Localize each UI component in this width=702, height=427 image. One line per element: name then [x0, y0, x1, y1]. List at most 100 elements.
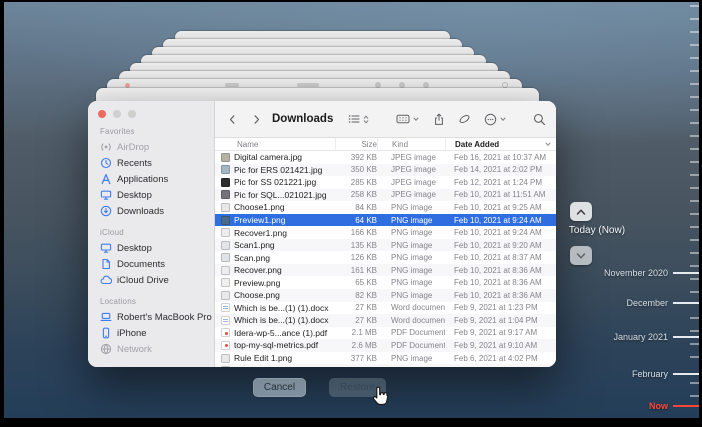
forward-icon[interactable]: [251, 113, 262, 126]
timeline-back-button[interactable]: [570, 202, 592, 221]
timeline-tick[interactable]: [690, 83, 699, 85]
column-header-size[interactable]: Size: [335, 138, 377, 150]
column-header-kind[interactable]: Kind: [377, 138, 445, 150]
timeline-tick[interactable]: [690, 161, 699, 163]
close-button[interactable]: [98, 110, 106, 118]
sidebar-item-iphone[interactable]: iPhone: [98, 325, 214, 341]
table-row[interactable]: Choose.png82 KBPNG imageFeb 10, 2021 at …: [215, 289, 556, 302]
timeline-tick[interactable]: [690, 57, 699, 59]
timeline-tick-november-2020[interactable]: [673, 272, 699, 274]
sidebar-item-downloads[interactable]: Downloads: [98, 203, 214, 219]
table-row[interactable]: Pic for SS 021221.jpg285 KBJPEG imageFeb…: [215, 176, 556, 189]
file-date-added: Feb 10, 2021 at 8:36 AM: [445, 291, 556, 300]
table-row[interactable]: Preview1.png64 KBPNG imageFeb 10, 2021 a…: [215, 214, 556, 227]
table-row[interactable]: Rule Edit 1.png377 KBPNG imageFeb 6, 202…: [215, 352, 556, 365]
sidebar-item-label: Desktop: [117, 190, 152, 201]
timeline-tick[interactable]: [690, 187, 699, 189]
timeline-tick[interactable]: [690, 239, 699, 241]
timeline-tick[interactable]: [690, 317, 699, 319]
table-row[interactable]: Scan1.png135 KBPNG imageFeb 10, 2021 at …: [215, 239, 556, 252]
table-row[interactable]: Which is be...(1) (1).docx27 KBWord docu…: [215, 314, 556, 327]
table-row[interactable]: Scan.png126 KBPNG imageFeb 10, 2021 at 8…: [215, 251, 556, 264]
timeline-label[interactable]: Now: [649, 401, 668, 411]
table-row[interactable]: Idera-wp-5...ance (1).pdf2.1 MBPDF Docum…: [215, 327, 556, 340]
timeline-label[interactable]: November 2020: [604, 268, 668, 278]
sidebar-item-desktop[interactable]: Desktop: [98, 187, 214, 203]
table-row[interactable]: Pic for SQL...021021.jpg258 KBJPEG image…: [215, 189, 556, 202]
file-size: 126 KB: [335, 253, 377, 262]
sidebar-item-recents[interactable]: Recents: [98, 155, 214, 171]
timeline-tick[interactable]: [690, 226, 699, 228]
file-kind: JPEG image: [377, 153, 445, 162]
timeline-tick[interactable]: [690, 96, 699, 98]
file-size: 2.1 MB: [335, 328, 377, 337]
search-icon[interactable]: [533, 113, 546, 126]
table-row[interactable]: Recover.png161 KBPNG imageFeb 10, 2021 a…: [215, 264, 556, 277]
timeline-tick-december[interactable]: [673, 302, 699, 304]
file-date-added: Feb 10, 2021 at 8:36 AM: [445, 278, 556, 287]
restore-button[interactable]: Restore: [329, 378, 386, 397]
timeline-label[interactable]: February: [632, 369, 668, 379]
finder-toolbar: Downloads: [215, 101, 556, 138]
tag-icon[interactable]: [458, 113, 471, 125]
timeline-label[interactable]: December: [626, 298, 668, 308]
timeline-tick[interactable]: [690, 109, 699, 111]
table-row[interactable]: Recover1.png166 KBPNG imageFeb 10, 2021 …: [215, 226, 556, 239]
minimize-button[interactable]: [113, 110, 121, 118]
timeline-tick[interactable]: [690, 122, 699, 124]
column-header-date-added[interactable]: Date Added: [445, 138, 556, 150]
timeline-tick-february[interactable]: [673, 373, 699, 375]
timeline-tick[interactable]: [690, 330, 699, 332]
back-icon[interactable]: [227, 113, 238, 126]
timeline-tick[interactable]: [690, 70, 699, 72]
table-row[interactable]: Preview.png65 KBPNG imageFeb 10, 2021 at…: [215, 276, 556, 289]
sidebar-item-desktop[interactable]: Desktop: [98, 240, 214, 256]
timeline-tick[interactable]: [690, 343, 699, 345]
timeline-tick[interactable]: [690, 356, 699, 358]
timeline-tick-now[interactable]: [673, 405, 699, 407]
timeline-tick[interactable]: [690, 135, 699, 137]
table-row[interactable]: Which is be...(1) (1).docx27 KBWord docu…: [215, 302, 556, 315]
timeline-tick[interactable]: [690, 5, 699, 7]
table-row[interactable]: Choose1.png84 KBPNG imageFeb 10, 2021 at…: [215, 201, 556, 214]
timeline-tick-january-2021[interactable]: [673, 336, 699, 338]
timeline-tick[interactable]: [690, 265, 699, 267]
zoom-button[interactable]: [128, 110, 136, 118]
list-view-icon[interactable]: [348, 113, 370, 125]
timeline-tick[interactable]: [690, 44, 699, 46]
sidebar-item-network[interactable]: Network: [98, 341, 214, 357]
timeline-tick[interactable]: [690, 252, 699, 254]
file-name: Recover1.png: [234, 228, 287, 238]
table-row[interactable]: Digital camera.jpg392 KBJPEG imageFeb 16…: [215, 151, 556, 164]
group-view-icon[interactable]: [396, 113, 420, 125]
column-header-name[interactable]: Name: [215, 138, 335, 150]
time-machine-screen: FavoritesAirDropRecentsApplicationsDeskt…: [0, 0, 702, 427]
timeline-tick[interactable]: [690, 213, 699, 215]
timeline-tick[interactable]: [690, 291, 699, 293]
file-kind: Word document: [377, 316, 445, 325]
timeline-tick[interactable]: [690, 18, 699, 20]
table-row[interactable]: Move Rule 2.png125 KBPNG imageFeb 6, 202…: [215, 364, 556, 367]
timeline-tick[interactable]: [690, 395, 699, 397]
timeline-tick[interactable]: [690, 200, 699, 202]
timeline-forward-button[interactable]: [570, 246, 592, 265]
timeline-label[interactable]: January 2021: [613, 332, 668, 342]
sidebar-item-applications[interactable]: Applications: [98, 171, 214, 187]
cancel-button[interactable]: Cancel: [253, 378, 306, 397]
timeline-tick[interactable]: [690, 174, 699, 176]
timeline-tick[interactable]: [690, 31, 699, 33]
timeline-tick[interactable]: [690, 148, 699, 150]
sort-direction-icon[interactable]: [544, 140, 552, 150]
table-row[interactable]: top-my-sql-metrics.pdf2.6 MBPDF Document…: [215, 339, 556, 352]
sidebar-item-airdrop[interactable]: AirDrop: [98, 139, 214, 155]
sidebar-item-robert-s-macbook-pro[interactable]: Robert's MacBook Pro: [98, 309, 214, 325]
sidebar-item-documents[interactable]: Documents: [98, 256, 214, 272]
image-file-icon: [221, 216, 230, 225]
sidebar-item-icloud-drive[interactable]: iCloud Drive: [98, 272, 214, 288]
timeline-tick[interactable]: [690, 382, 699, 384]
more-actions-icon[interactable]: [484, 113, 507, 126]
file-size: 2.6 MB: [335, 341, 377, 350]
table-row[interactable]: Pic for ERS 021421.jpg350 KBJPEG imageFe…: [215, 164, 556, 177]
share-icon[interactable]: [433, 113, 445, 126]
timeline-tick[interactable]: [690, 278, 699, 280]
